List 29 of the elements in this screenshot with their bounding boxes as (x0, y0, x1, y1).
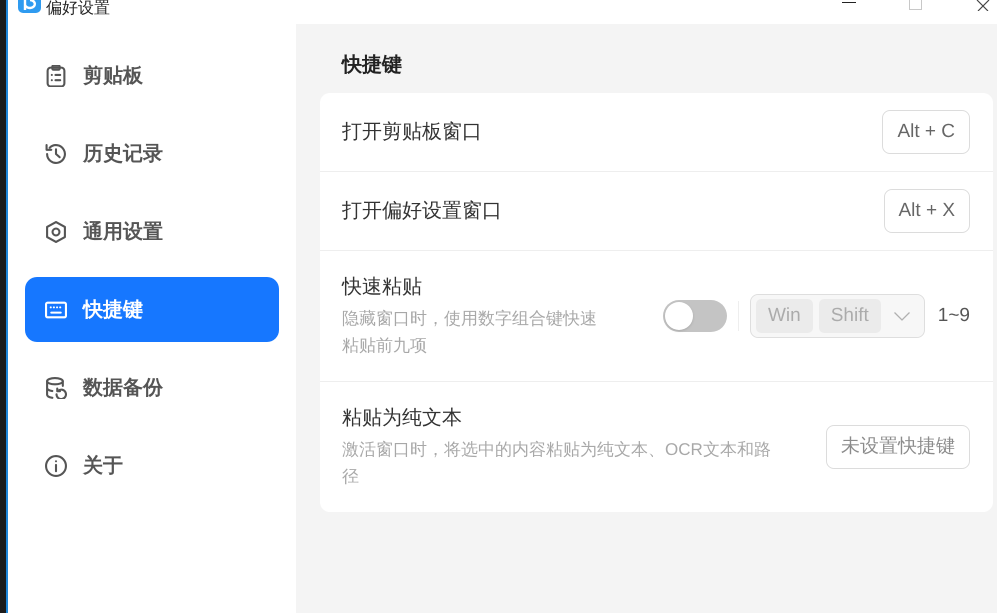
setting-title: 粘贴为纯文本 (342, 406, 462, 431)
modifier-key-tag: Shift (818, 299, 881, 333)
history-icon (45, 142, 67, 164)
setting-title: 打开剪贴板窗口 (342, 120, 482, 145)
hexagon-icon (45, 220, 67, 242)
toggle-switch[interactable] (663, 300, 727, 332)
info-icon (45, 454, 67, 476)
app-logo-icon (18, 0, 41, 13)
chevron-down-icon (894, 312, 910, 320)
clipboard-icon (45, 64, 67, 86)
shortcut-button[interactable]: Alt + C (882, 110, 970, 154)
section-title: 快捷键 (342, 54, 402, 76)
window-title: 偏好设置 (46, 0, 110, 17)
minimize-button[interactable] (842, 2, 856, 3)
key-range-label: 1~9 (938, 304, 970, 328)
close-icon (976, 0, 990, 11)
setting-description: 隐藏窗口时，使用数字组合键快速粘贴前九项 (342, 308, 598, 357)
keyboard-icon (45, 298, 67, 320)
setting-title: 快速粘贴 (342, 275, 422, 300)
shortcut-button[interactable]: Alt + X (884, 189, 970, 233)
maximize-icon (909, 0, 922, 10)
sidebar-item[interactable]: 快捷键 (25, 277, 279, 342)
modifier-key-tag: Win (756, 299, 813, 333)
minimize-icon (842, 2, 856, 3)
setting-description: 激活窗口时，将选中的内容粘贴为纯文本、OCR文本和路径 (342, 439, 772, 488)
close-button[interactable] (976, 0, 990, 11)
setting-title: 打开偏好设置窗口 (342, 199, 502, 224)
database-icon (45, 376, 67, 398)
maximize-button[interactable] (909, 0, 922, 10)
